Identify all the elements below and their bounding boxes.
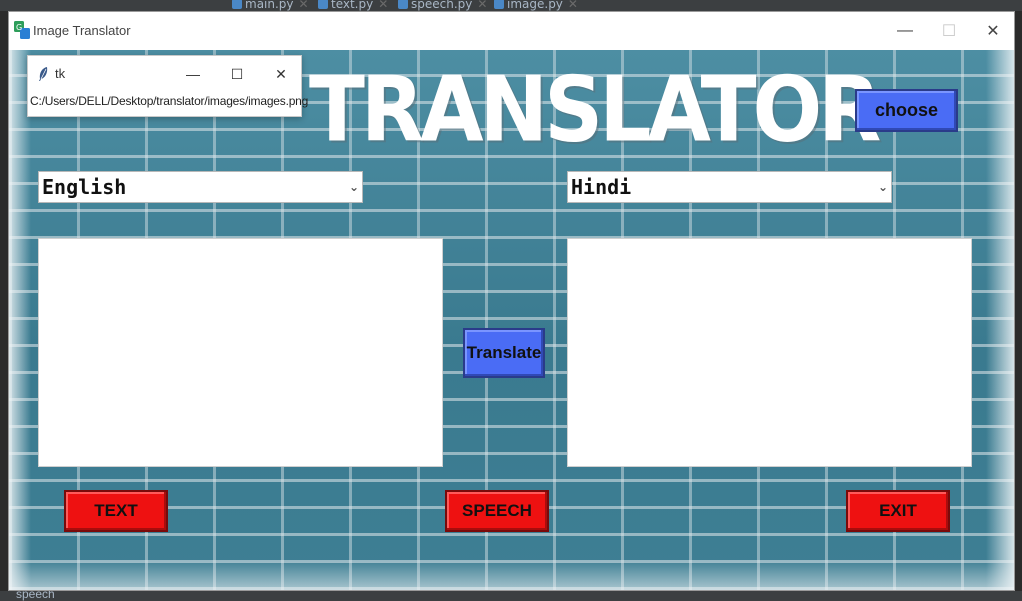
- text-button[interactable]: TEXT: [64, 490, 168, 532]
- python-file-icon: [398, 0, 408, 9]
- speech-button[interactable]: SPEECH: [445, 490, 549, 532]
- window-title: Image Translator: [33, 23, 131, 38]
- translated-text-area[interactable]: [567, 238, 972, 467]
- translate-app-icon: G: [14, 21, 30, 39]
- exit-button[interactable]: EXIT: [846, 490, 950, 532]
- translator-headline: TRANSLATOR: [309, 58, 881, 163]
- python-file-icon: [232, 0, 242, 9]
- maximize-button[interactable]: ☐: [927, 12, 971, 50]
- target-language-value: Hindi: [571, 175, 632, 199]
- source-text-area[interactable]: [38, 238, 443, 467]
- ide-tab-strip: main.py ✕ text.py ✕ speech.py ✕ image.py ✕: [0, 0, 1022, 11]
- chevron-down-icon: ⌄: [877, 180, 888, 194]
- selected-image-path: C:/Users/DELL/Desktop/translator/images/…: [30, 94, 309, 108]
- target-language-select[interactable]: Hindi ⌄: [567, 171, 892, 203]
- python-file-icon: [494, 0, 504, 9]
- ide-tab-text[interactable]: text.py ✕: [318, 0, 388, 11]
- source-language-value: English: [42, 175, 127, 199]
- ide-bottom-item[interactable]: speech: [16, 591, 55, 601]
- minimize-button[interactable]: —: [883, 12, 927, 50]
- app-canvas: TRANSLATOR choose English ⌄ Hindi ⌄ Tran…: [9, 50, 1014, 590]
- ide-tab-speech[interactable]: speech.py ✕: [398, 0, 487, 11]
- svg-text:G: G: [16, 23, 22, 32]
- tk-minimize-button[interactable]: —: [178, 62, 208, 86]
- tk-titlebar[interactable]: tk — ☐ ✕: [28, 56, 301, 92]
- translate-button[interactable]: Translate: [463, 328, 545, 378]
- feather-icon: [39, 67, 48, 81]
- ide-bottom-bar: speech: [0, 591, 1022, 601]
- window-titlebar[interactable]: G Image Translator — ☐ ✕: [9, 12, 1014, 50]
- ide-tab-main[interactable]: main.py ✕: [232, 0, 309, 11]
- tk-close-button[interactable]: ✕: [266, 62, 296, 86]
- chevron-down-icon: ⌄: [348, 180, 359, 194]
- tk-maximize-button[interactable]: ☐: [222, 62, 252, 86]
- tk-popup-window: tk — ☐ ✕ C:/Users/DELL/Desktop/translato…: [27, 55, 308, 117]
- close-button[interactable]: ✕: [971, 12, 1015, 50]
- source-language-select[interactable]: English ⌄: [38, 171, 363, 203]
- ide-tab-image[interactable]: image.py ✕: [494, 0, 578, 11]
- python-file-icon: [318, 0, 328, 9]
- choose-button[interactable]: choose: [855, 89, 958, 132]
- tk-title: tk: [55, 66, 66, 81]
